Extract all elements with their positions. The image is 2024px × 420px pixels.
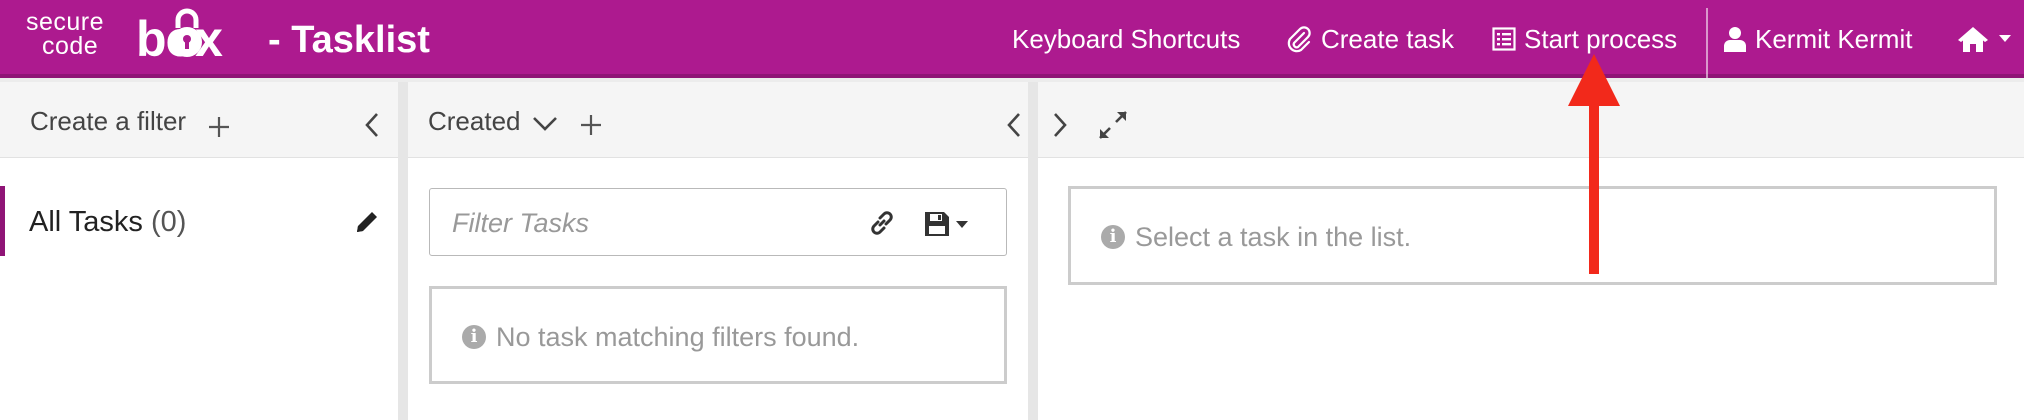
chevron-right-icon[interactable] <box>1052 112 1068 138</box>
add-sorting-icon[interactable] <box>580 114 602 136</box>
no-tasks-message: i No task matching filters found. <box>429 286 1007 384</box>
nav-create-task[interactable]: Create task <box>1285 0 1454 78</box>
app-title: - Tasklist <box>268 19 430 61</box>
info-icon: i <box>1101 225 1125 249</box>
filter-name: All Tasks <box>29 206 143 238</box>
chevron-left-icon[interactable] <box>1006 112 1022 138</box>
save-icon[interactable] <box>924 211 950 237</box>
securecodebox-logo[interactable]: secure code box <box>26 6 266 66</box>
lock-icon <box>172 8 202 57</box>
select-task-message: i Select a task in the list. <box>1068 186 1997 285</box>
panel-divider-left[interactable] <box>398 82 408 420</box>
filters-panel-header: Create a filter <box>0 82 398 158</box>
panel-divider-right[interactable] <box>1028 82 1038 420</box>
caret-down-icon[interactable] <box>956 221 968 229</box>
chevron-down-icon[interactable] <box>532 116 558 132</box>
chevron-left-icon[interactable] <box>364 112 380 138</box>
expand-icon[interactable] <box>1098 110 1128 140</box>
caret-down-icon <box>1999 35 2011 42</box>
filter-item-all-tasks[interactable]: All Tasks (0) <box>0 186 395 256</box>
tasklist-panel-header: Created <box>408 82 1028 158</box>
keyboard-shortcuts-link[interactable]: Keyboard Shortcuts <box>1012 24 1240 55</box>
search-placeholder: Filter Tasks <box>452 208 590 238</box>
nav-user-menu[interactable]: Kermit Kermit <box>1723 0 1912 78</box>
red-arrow-annotation <box>1568 54 1620 274</box>
filter-count: (0) <box>150 206 187 238</box>
link-icon[interactable] <box>868 209 896 237</box>
start-process-label: Start process <box>1524 23 1678 54</box>
no-tasks-text: No task matching filters found. <box>496 322 860 352</box>
top-navbar: secure code box - Tasklist Keyboard Shor… <box>0 0 2024 78</box>
pencil-icon[interactable] <box>353 208 381 236</box>
select-task-text: Select a task in the list. <box>1135 222 1412 252</box>
paperclip-icon <box>1287 26 1311 53</box>
list-icon <box>1492 27 1516 51</box>
nav-keyboard-shortcuts[interactable]: Keyboard Shortcuts <box>1012 0 1240 78</box>
nav-home-menu[interactable] <box>1957 0 2011 78</box>
create-filter-link[interactable]: Create a filter <box>30 106 186 136</box>
task-detail-panel-header <box>1038 82 2024 158</box>
create-task-label: Create task <box>1321 23 1454 54</box>
plus-icon[interactable] <box>208 116 230 138</box>
home-icon <box>1958 27 1988 52</box>
user-icon <box>1724 27 1746 52</box>
filter-tasks-input[interactable]: Filter Tasks <box>429 188 1007 256</box>
logo-word-code: code <box>42 32 99 60</box>
nav-divider <box>1706 8 1708 78</box>
info-icon: i <box>462 325 486 349</box>
sort-by-created[interactable]: Created <box>428 106 521 136</box>
user-name: Kermit Kermit <box>1755 23 1913 54</box>
